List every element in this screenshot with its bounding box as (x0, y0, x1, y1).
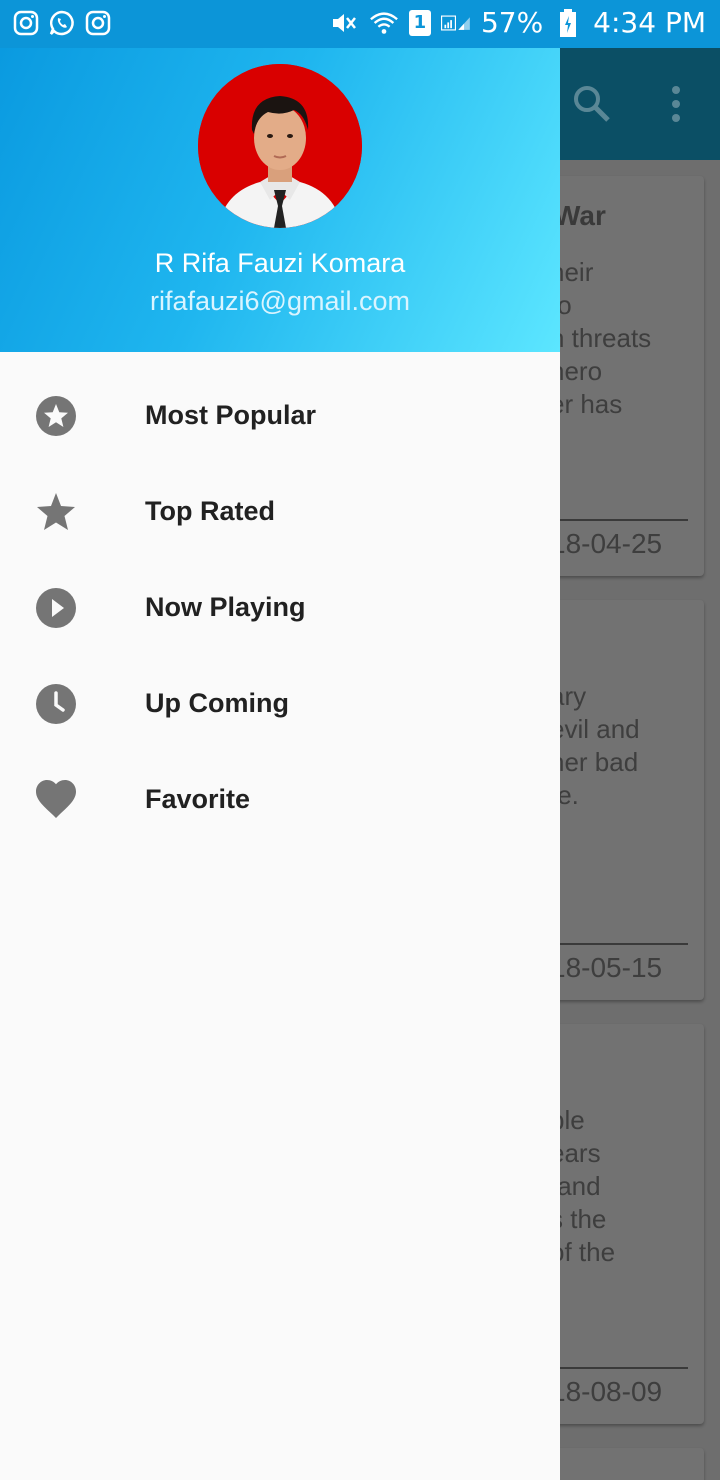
movie-release-date: 18-08-09 (550, 1376, 663, 1407)
battery-percent: 57% (480, 6, 544, 39)
more-options-icon[interactable] (660, 82, 692, 126)
menu-item-label: Now Playing (145, 592, 306, 622)
whatsapp-icon (48, 8, 76, 38)
menu-item-label: Most Popular (145, 400, 317, 430)
search-icon[interactable] (570, 82, 614, 126)
instagram-icon (84, 8, 112, 38)
sim-icon: 1 (408, 9, 431, 36)
avatar[interactable] (198, 64, 362, 228)
instagram-icon (12, 8, 40, 38)
movie-overview: heir to n threats hero er has (550, 257, 652, 419)
battery-icon (553, 8, 583, 38)
movie-title: War (554, 200, 606, 231)
menu-item-most-popular[interactable]: Most Popular (0, 368, 560, 464)
heart-icon (36, 780, 76, 820)
clock-time: 4:34 PM (593, 6, 706, 39)
star-icon (36, 492, 76, 532)
profile-email: rifafauzi6@gmail.com (150, 286, 410, 316)
menu-item-label: Top Rated (145, 496, 275, 526)
clock-icon (36, 684, 76, 724)
menu-item-label: Up Coming (145, 688, 289, 718)
navigation-drawer: R Rifa Fauzi Komara rifafauzi6@gmail.com… (0, 48, 560, 1480)
profile-name: R Rifa Fauzi Komara (154, 248, 406, 278)
divider (560, 519, 688, 521)
status-bar: 1 57% 4:34 PM (0, 0, 720, 48)
menu-item-label: Favorite (145, 784, 251, 814)
menu-item-top-rated[interactable]: Top Rated (0, 464, 560, 560)
divider (560, 1367, 688, 1369)
movie-release-date: 18-05-15 (550, 952, 663, 983)
menu-item-up-coming[interactable]: Up Coming (0, 656, 560, 752)
drawer-header: R Rifa Fauzi Komara rifafauzi6@gmail.com (0, 48, 560, 352)
wifi-icon (369, 8, 399, 38)
menu-item-favorite[interactable]: Favorite (0, 752, 560, 848)
signal-icon (440, 8, 471, 38)
star-circle-icon (36, 396, 76, 436)
play-circle-icon (36, 588, 76, 628)
menu-item-now-playing[interactable]: Now Playing (0, 560, 560, 656)
movie-release-date: 18-04-25 (550, 528, 663, 559)
mute-icon (329, 8, 359, 38)
movie-overview: ary evil and her bad fe. (550, 681, 640, 810)
divider (560, 943, 688, 945)
